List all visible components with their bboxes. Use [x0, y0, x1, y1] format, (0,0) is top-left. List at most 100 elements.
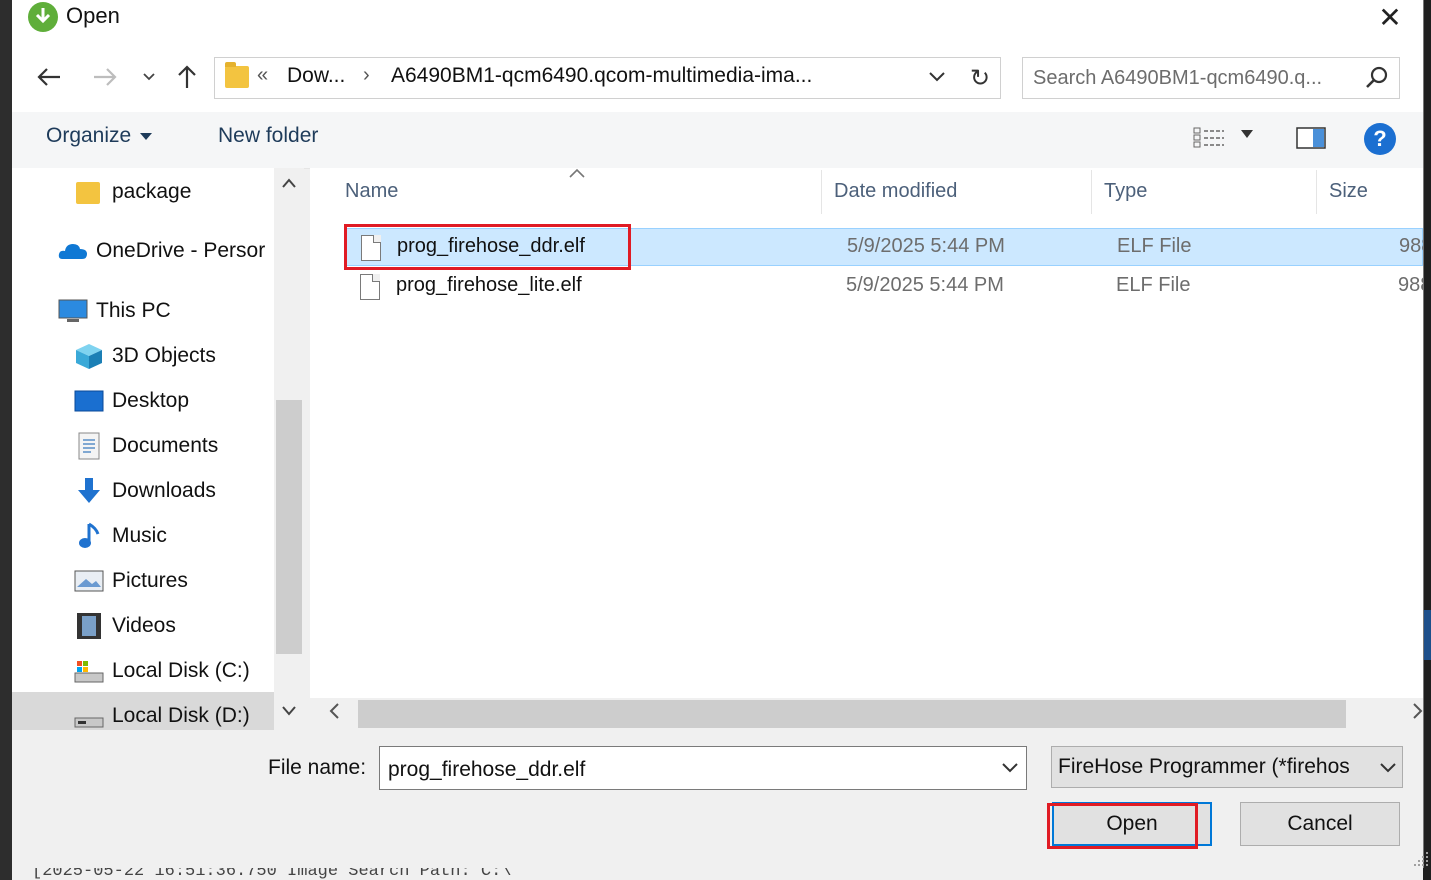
- recent-locations-button[interactable]: [134, 60, 164, 94]
- nav-item-onedrive[interactable]: OneDrive - Persor: [58, 231, 265, 271]
- background-app-edge-right: [1423, 0, 1431, 880]
- file-name-dropdown-button[interactable]: [1000, 755, 1022, 779]
- chevron-down-icon: [282, 706, 296, 716]
- music-icon: [74, 522, 102, 550]
- up-button[interactable]: [170, 60, 204, 94]
- nav-item-label: OneDrive - Persor: [96, 239, 266, 262]
- background-log-text: [2025-05-22 16:51:36.750 Image Search Pa…: [32, 868, 512, 880]
- new-folder-button[interactable]: New folder: [218, 124, 318, 148]
- scroll-down-button[interactable]: [274, 704, 304, 726]
- nav-item-label: package: [112, 180, 192, 203]
- window-title: Open: [66, 3, 120, 28]
- nav-item-label: Local Disk (D:): [112, 704, 250, 727]
- chevron-down-icon: [929, 72, 945, 82]
- refresh-button[interactable]: ↻: [960, 57, 1001, 99]
- file-name: prog_firehose_lite.elf: [396, 274, 582, 296]
- file-type-filter-value: FireHose Programmer (*firehos: [1058, 755, 1350, 778]
- column-divider[interactable]: [1091, 170, 1092, 214]
- nav-item-label: Local Disk (C:): [112, 659, 250, 682]
- local-disk-icon: [74, 702, 104, 730]
- nav-item-3d-objects[interactable]: 3D Objects: [74, 336, 216, 376]
- search-input[interactable]: [1031, 62, 1355, 94]
- file-name-input[interactable]: [386, 755, 990, 785]
- nav-item-label: Music: [112, 524, 167, 547]
- breadcrumb-downloads[interactable]: Dow...: [287, 64, 345, 88]
- scroll-left-button[interactable]: [328, 702, 342, 725]
- preview-pane-button[interactable]: [1296, 126, 1326, 150]
- folder-icon: [225, 62, 249, 88]
- scroll-up-button[interactable]: [274, 176, 304, 198]
- file-icon: [360, 274, 380, 300]
- forward-button[interactable]: [88, 60, 122, 94]
- breadcrumb-current-folder[interactable]: A6490BM1-qcm6490.qcom-multimedia-ima...: [391, 64, 812, 88]
- 3d-objects-icon: [74, 342, 102, 370]
- nav-item-label: Downloads: [112, 479, 216, 502]
- nav-item-this-pc[interactable]: This PC: [58, 291, 171, 331]
- file-name-label: File name:: [268, 756, 367, 779]
- open-file-dialog: Open ✕ « Dow... › A6490BM1-qcm6490.qcom-…: [12, 0, 1428, 868]
- horizontal-scroll-thumb[interactable]: [358, 700, 1346, 728]
- column-header-type[interactable]: Type: [1104, 180, 1147, 203]
- file-name-combobox[interactable]: [379, 746, 1027, 790]
- nav-item-videos[interactable]: Videos: [74, 606, 176, 646]
- column-divider[interactable]: [821, 170, 822, 214]
- file-type: ELF File: [1117, 235, 1192, 257]
- sort-ascending-icon: [568, 168, 586, 184]
- chevron-down-icon: [143, 73, 155, 81]
- downloads-icon: [74, 477, 102, 505]
- file-size: 988: [1399, 235, 1423, 257]
- file-type-filter[interactable]: FireHose Programmer (*firehos: [1051, 746, 1403, 788]
- file-date: 5/9/2025 5:44 PM: [847, 235, 1005, 257]
- help-button[interactable]: ?: [1364, 123, 1396, 155]
- navigation-pane: package OneDrive - Persor This PC 3D Obj…: [12, 168, 274, 730]
- navigation-bar: « Dow... › A6490BM1-qcm6490.qcom-multime…: [12, 36, 1423, 112]
- address-dropdown-button[interactable]: [927, 64, 957, 92]
- file-row[interactable]: prog_firehose_lite.elf 5/9/2025 5:44 PM …: [346, 268, 1423, 306]
- forward-arrow-icon: [94, 68, 117, 86]
- cancel-button[interactable]: Cancel: [1240, 802, 1400, 846]
- chevron-left-icon: [329, 703, 339, 719]
- local-disk-icon: [74, 657, 104, 685]
- file-date: 5/9/2025 5:44 PM: [846, 274, 1004, 296]
- nav-item-local-disk-c[interactable]: Local Disk (C:): [74, 651, 250, 691]
- nav-item-downloads[interactable]: Downloads: [74, 471, 216, 511]
- search-icon[interactable]: [1363, 64, 1391, 92]
- chevron-down-icon: [1378, 755, 1398, 779]
- nav-item-pictures[interactable]: Pictures: [74, 561, 188, 601]
- column-header-date[interactable]: Date modified: [834, 180, 957, 203]
- title-bar: Open ✕: [12, 0, 1423, 36]
- column-header-name[interactable]: Name: [345, 180, 398, 203]
- change-view-button[interactable]: [1192, 124, 1226, 154]
- nav-item-desktop[interactable]: Desktop: [74, 381, 189, 421]
- nav-item-documents[interactable]: Documents: [74, 426, 218, 466]
- back-button[interactable]: [32, 60, 66, 94]
- breadcrumb-overflow[interactable]: «: [257, 64, 268, 87]
- view-options-dropdown[interactable]: [1240, 126, 1254, 142]
- address-bar[interactable]: « Dow... › A6490BM1-qcm6490.qcom-multime…: [214, 57, 962, 99]
- up-arrow-icon: [178, 65, 196, 88]
- close-button[interactable]: ✕: [1367, 0, 1413, 34]
- organize-button[interactable]: Organize: [46, 124, 153, 148]
- breadcrumb-separator[interactable]: ›: [363, 64, 370, 87]
- nav-scroll-thumb[interactable]: [276, 400, 302, 654]
- column-divider[interactable]: [1316, 170, 1317, 214]
- onedrive-icon: [58, 237, 87, 265]
- command-toolbar: Organize New folder ?: [12, 112, 1423, 169]
- search-box[interactable]: [1022, 57, 1400, 99]
- file-type: ELF File: [1116, 274, 1191, 296]
- background-app-edge: [0, 0, 12, 880]
- documents-icon: [74, 432, 102, 460]
- chevron-up-icon: [282, 178, 296, 188]
- nav-item-local-disk-d[interactable]: Local Disk (D:): [74, 696, 250, 730]
- column-header-size[interactable]: Size: [1329, 180, 1368, 203]
- nav-item-label: Videos: [112, 614, 176, 637]
- nav-item-music[interactable]: Music: [74, 516, 167, 556]
- resize-grip-icon[interactable]: [1412, 850, 1430, 868]
- caret-down-icon: [1241, 130, 1253, 138]
- desktop-icon: [74, 387, 104, 415]
- nav-item-package[interactable]: package: [74, 172, 191, 212]
- folder-icon: [74, 178, 102, 206]
- background-app-accent: [1423, 610, 1431, 660]
- scroll-right-button[interactable]: [1410, 702, 1424, 725]
- nav-item-label: This PC: [96, 299, 171, 322]
